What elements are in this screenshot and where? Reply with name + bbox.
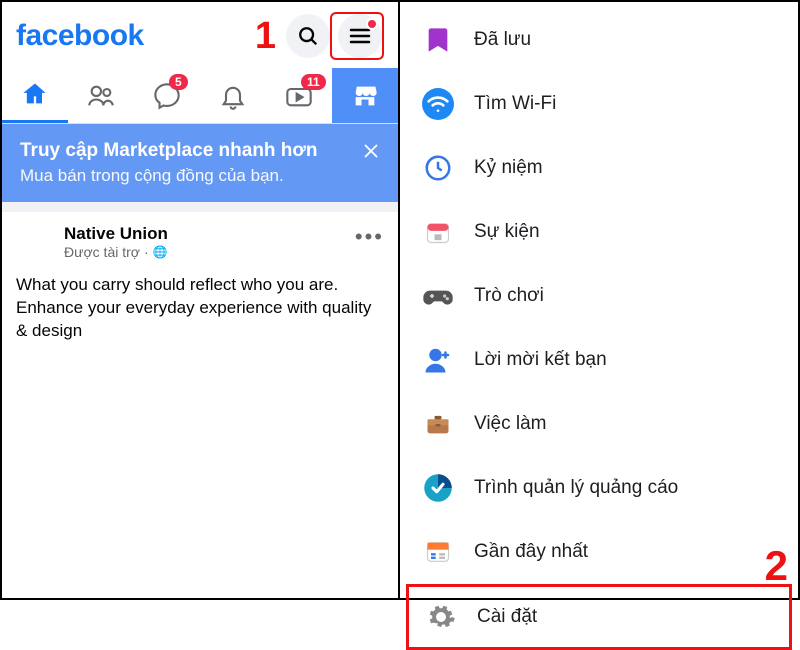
marketplace-banner-title: Truy cập Marketplace nhanh hơn <box>20 140 380 162</box>
clock-icon <box>418 148 458 188</box>
feed-post: Native Union Được tài trợ · 🌐 ••• What y… <box>2 212 398 355</box>
step-2-annotation: 2 <box>765 542 788 590</box>
app-header: facebook 1 <box>2 2 398 68</box>
tab-home[interactable] <box>2 68 68 123</box>
ads-icon <box>418 468 458 508</box>
menu-item-games[interactable]: Trò chơi <box>400 264 798 328</box>
home-icon <box>21 80 49 108</box>
search-button[interactable] <box>286 14 330 58</box>
menu-label: Kỷ niệm <box>474 157 543 179</box>
marketplace-banner-subtitle: Mua bán trong cộng đồng của bạn. <box>20 166 380 186</box>
menu-item-jobs[interactable]: Việc làm <box>400 392 798 456</box>
marketplace-banner: Truy cập Marketplace nhanh hơn Mua bán t… <box>2 124 398 202</box>
gear-icon <box>421 597 461 637</box>
menu-label: Lời mời kết bạn <box>474 349 607 371</box>
close-icon <box>362 142 380 160</box>
menu-label: Trò chơi <box>474 285 544 307</box>
tab-watch[interactable]: 11 <box>266 68 332 123</box>
menu-label: Đã lưu <box>474 29 531 51</box>
wifi-icon <box>418 84 458 124</box>
menu-button[interactable] <box>338 14 382 58</box>
calendar-icon <box>418 212 458 252</box>
banner-close-button[interactable] <box>362 140 380 166</box>
menu-panel: Đã lưu Tìm Wi-Fi Kỷ niệm Sự kiện <box>400 2 798 598</box>
globe-icon: 🌐 <box>153 245 168 259</box>
tab-friends[interactable] <box>68 68 134 123</box>
menu-label: Trình quản lý quảng cáo <box>474 477 678 499</box>
friend-request-icon <box>418 340 458 380</box>
step-1-annotation: 1 <box>255 15 276 58</box>
watch-badge: 11 <box>301 74 326 90</box>
settings-highlight: Cài đặt <box>406 584 792 650</box>
menu-item-friend-requests[interactable]: Lời mời kết bạn <box>400 328 798 392</box>
tab-bar: 5 11 <box>2 68 398 124</box>
menu-item-events[interactable]: Sự kiện <box>400 200 798 264</box>
menu-label: Cài đặt <box>477 606 537 628</box>
post-body: What you carry should reflect who you ar… <box>16 274 384 343</box>
notification-dot-icon <box>366 18 378 30</box>
facebook-feed-panel: facebook 1 5 <box>2 2 400 598</box>
messenger-badge: 5 <box>169 74 188 90</box>
tab-messenger[interactable]: 5 <box>134 68 200 123</box>
briefcase-icon <box>418 404 458 444</box>
tab-marketplace[interactable] <box>332 68 398 123</box>
menu-item-wifi[interactable]: Tìm Wi-Fi <box>400 72 798 136</box>
bookmark-icon <box>418 20 458 60</box>
menu-item-recent[interactable]: Gần đây nhất <box>400 520 798 584</box>
marketplace-icon <box>351 82 379 110</box>
menu-label: Gần đây nhất <box>474 541 588 563</box>
menu-item-ads-manager[interactable]: Trình quản lý quảng cáo <box>400 456 798 520</box>
post-more-button[interactable]: ••• <box>355 224 384 250</box>
search-icon <box>297 25 319 47</box>
menu-label: Việc làm <box>474 413 547 435</box>
bell-icon <box>219 82 247 110</box>
tab-notifications[interactable] <box>200 68 266 123</box>
post-author[interactable]: Native Union <box>64 224 168 244</box>
menu-item-settings[interactable]: Cài đặt <box>409 587 789 647</box>
post-meta: Được tài trợ · 🌐 <box>64 244 168 260</box>
recent-icon <box>418 532 458 572</box>
menu-item-saved[interactable]: Đã lưu <box>400 8 798 72</box>
facebook-logo: facebook <box>16 19 144 53</box>
friends-icon <box>87 82 115 110</box>
menu-label: Tìm Wi-Fi <box>474 93 556 115</box>
menu-label: Sự kiện <box>474 221 540 243</box>
menu-item-memories[interactable]: Kỷ niệm <box>400 136 798 200</box>
gamepad-icon <box>418 276 458 316</box>
